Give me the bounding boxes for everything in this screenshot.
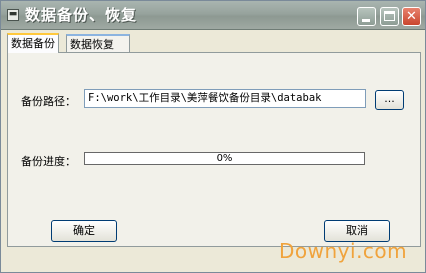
backup-progress-bar: 0% — [84, 152, 365, 165]
progress-percent-text: 0% — [216, 153, 233, 164]
backup-restore-window: ▬ 数据备份、恢复 ✕ 数据备份 数据恢复 备份路径： F:\work\工作目录… — [0, 0, 426, 273]
browse-button[interactable]: ... — [375, 90, 404, 110]
tab-restore[interactable]: 数据恢复 — [66, 34, 130, 53]
maximize-icon — [384, 11, 395, 21]
close-icon: ✕ — [406, 9, 417, 24]
close-button[interactable]: ✕ — [402, 7, 421, 26]
backup-panel — [7, 52, 421, 247]
window-menu-icon[interactable]: ▬ — [7, 9, 19, 21]
watermark-logo: Downyi.com — [279, 239, 408, 263]
maximize-button[interactable] — [380, 7, 399, 26]
tab-backup[interactable]: 数据备份 — [7, 33, 59, 53]
backup-path-input[interactable]: F:\work\工作目录\美萍餐饮备份目录\databak — [84, 89, 366, 108]
minimize-icon — [362, 19, 370, 22]
backup-progress-label: 备份进度： — [21, 155, 76, 168]
minimize-button[interactable] — [357, 7, 376, 26]
window-title: 数据备份、恢复 — [25, 6, 138, 24]
ok-button[interactable]: 确定 — [51, 220, 117, 242]
backup-path-label: 备份路径： — [21, 95, 76, 108]
title-bar[interactable]: ▬ 数据备份、恢复 ✕ — [1, 1, 425, 30]
